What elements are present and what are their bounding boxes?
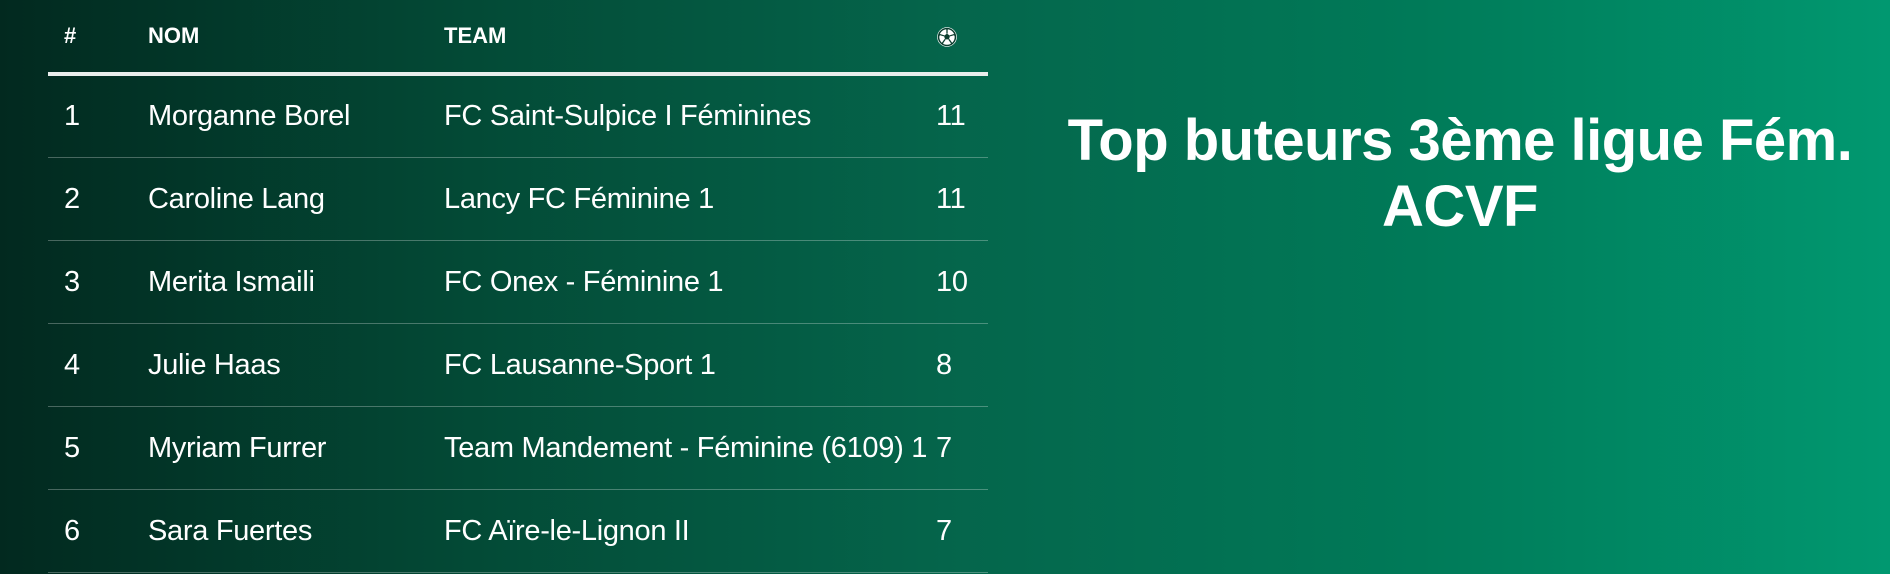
- player-name-cell: Morganne Borel: [132, 74, 428, 158]
- table-row[interactable]: 1 Morganne Borel FC Saint-Sulpice I Fémi…: [48, 74, 988, 158]
- rank-cell: 6: [48, 489, 132, 573]
- top-scorers-table: # NOM TEAM 1 Morganne Borel FC Saint-Sul…: [48, 0, 988, 573]
- player-name-cell: Caroline Lang: [132, 157, 428, 241]
- soccer-ball-icon: [937, 27, 957, 47]
- top-scorers-table-container: # NOM TEAM 1 Morganne Borel FC Saint-Sul…: [48, 0, 988, 573]
- header-name[interactable]: NOM: [132, 0, 428, 76]
- team-cell: FC Saint-Sulpice I Féminines: [428, 74, 936, 158]
- table-body: 1 Morganne Borel FC Saint-Sulpice I Fémi…: [48, 74, 988, 573]
- team-cell: FC Aïre-le-Lignon II: [428, 489, 936, 573]
- player-name-cell: Sara Fuertes: [132, 489, 428, 573]
- header-team[interactable]: TEAM: [428, 0, 936, 76]
- rank-cell: 4: [48, 323, 132, 407]
- title-line-1: Top buteurs 3ème ligue Fém.: [1067, 108, 1853, 173]
- table-header: # NOM TEAM: [48, 0, 988, 76]
- table-row[interactable]: 4 Julie Haas FC Lausanne-Sport 1 8: [48, 323, 988, 407]
- goals-cell: 7: [936, 489, 988, 573]
- page-title: Top buteurs 3ème ligue Fém. ACVF: [1030, 108, 1890, 240]
- rank-cell: 1: [48, 74, 132, 158]
- table-row[interactable]: 6 Sara Fuertes FC Aïre-le-Lignon II 7: [48, 489, 988, 573]
- team-cell: Lancy FC Féminine 1: [428, 157, 936, 241]
- header-rank[interactable]: #: [48, 0, 132, 76]
- goals-cell: 11: [936, 157, 988, 241]
- player-name-cell: Merita Ismaili: [132, 240, 428, 324]
- table-row[interactable]: 3 Merita Ismaili FC Onex - Féminine 1 10: [48, 240, 988, 324]
- team-cell: FC Lausanne-Sport 1: [428, 323, 936, 407]
- table-row[interactable]: 2 Caroline Lang Lancy FC Féminine 1 11: [48, 157, 988, 241]
- table-row[interactable]: 5 Myriam Furrer Team Mandement - Féminin…: [48, 406, 988, 490]
- title-line-2: ACVF: [1382, 174, 1538, 239]
- player-name-cell: Myriam Furrer: [132, 406, 428, 490]
- rank-cell: 3: [48, 240, 132, 324]
- team-cell: FC Onex - Féminine 1: [428, 240, 936, 324]
- player-name-cell: Julie Haas: [132, 323, 428, 407]
- goals-cell: 7: [936, 406, 988, 490]
- team-cell: Team Mandement - Féminine (6109) 1: [428, 406, 936, 490]
- header-goals[interactable]: [936, 0, 988, 76]
- rank-cell: 2: [48, 157, 132, 241]
- rank-cell: 5: [48, 406, 132, 490]
- goals-cell: 8: [936, 323, 988, 407]
- goals-cell: 10: [936, 240, 988, 324]
- goals-cell: 11: [936, 74, 988, 158]
- table-header-row: # NOM TEAM: [48, 0, 988, 76]
